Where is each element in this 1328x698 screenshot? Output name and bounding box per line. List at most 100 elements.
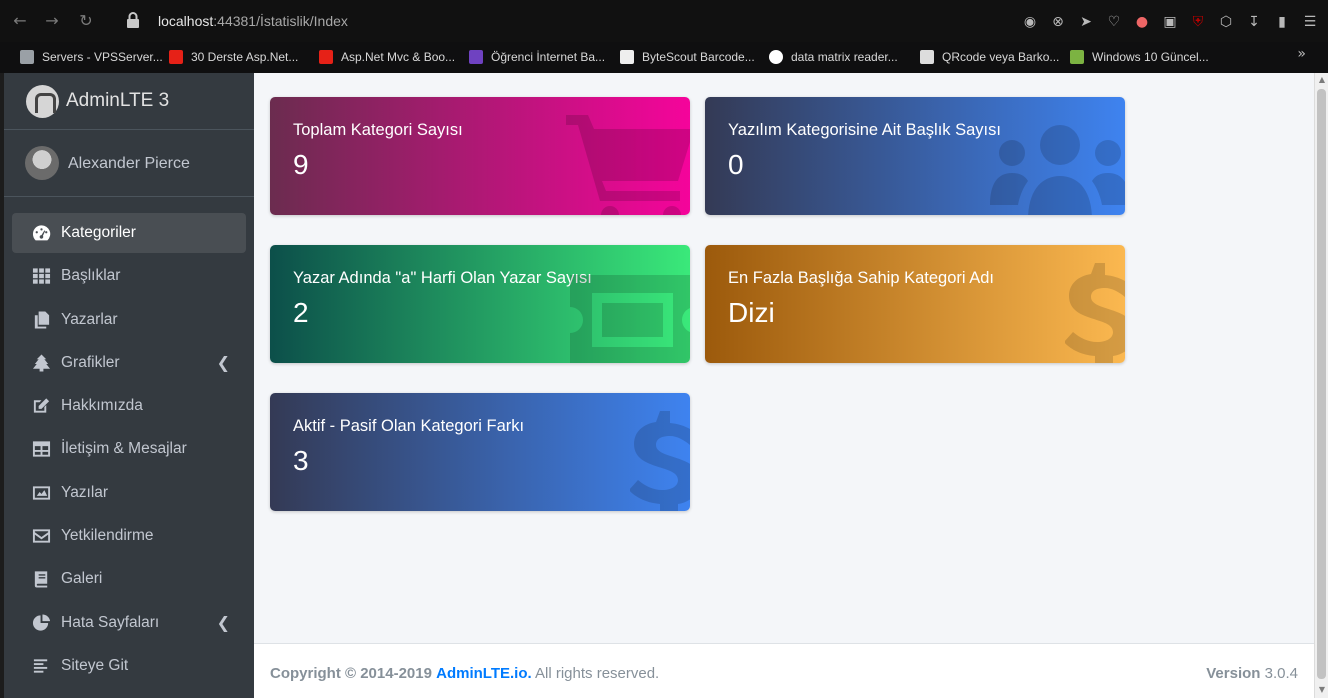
camera-icon[interactable]: ◉: [1022, 14, 1038, 30]
bookmark-label: Öğrenci İnternet Ba...: [491, 50, 606, 64]
card-value: Dizi: [728, 297, 775, 328]
address-bar-row: ← → ↻ localhost:44381/İstatislik/Index ◉…: [0, 0, 1328, 42]
bookmark-item[interactable]: Öğrenci İnternet Ba...: [469, 48, 605, 66]
forward-icon[interactable]: →: [42, 11, 62, 31]
card-title: Yazar Adında "a" Harfi Olan Yazar Sayısı: [293, 269, 592, 287]
menu-icon[interactable]: ☰: [1302, 14, 1318, 30]
url-bar[interactable]: localhost:44381/İstatislik/Index: [158, 13, 348, 29]
envelope-icon: [32, 527, 51, 545]
sidebar-item-grafikler[interactable]: Grafikler ❮: [12, 343, 246, 383]
stat-card-en-fazla-baslik: En Fazla Başlığa Sahip Kategori Adı Dizi: [705, 245, 1125, 363]
tree-icon: [32, 354, 51, 372]
sidebar-item-yetkilendirme[interactable]: Yetkilendirme: [12, 516, 246, 556]
battery-icon[interactable]: ▮: [1274, 14, 1290, 30]
sidebar-item-label: İletişim & Mesajlar: [61, 440, 187, 458]
book-icon: [32, 570, 51, 588]
google-icon: [769, 50, 783, 64]
sidebar-item-siteye-git[interactable]: Siteye Git: [12, 646, 246, 686]
adminlte-logo-icon: [26, 85, 59, 118]
color-wheel-icon[interactable]: ●: [1134, 14, 1150, 30]
lock-icon: [127, 12, 139, 28]
chevron-more-icon[interactable]: »: [1297, 46, 1306, 62]
block-icon[interactable]: ⊗: [1050, 14, 1066, 30]
bookmark-item[interactable]: 30 Derste Asp.Net...: [169, 48, 298, 66]
sidebar-item-hakkimizda[interactable]: Hakkımızda: [12, 386, 246, 426]
list-icon: [469, 50, 483, 64]
brand-text: AdminLTE 3: [66, 90, 170, 111]
bookmark-item[interactable]: Asp.Net Mvc & Boo...: [319, 48, 455, 66]
bookmark-item[interactable]: Windows 10 Güncel...: [1070, 48, 1209, 66]
cube-icon[interactable]: ⬡: [1218, 14, 1234, 30]
user-name[interactable]: Alexander Pierce: [68, 155, 190, 173]
sidebar-item-hata-sayfalari[interactable]: Hata Sayfaları ❮: [12, 603, 246, 643]
card-title: Aktif - Pasif Olan Kategori Farkı: [293, 417, 525, 435]
dollar-icon: [1064, 263, 1125, 363]
copy-icon: [32, 311, 51, 329]
card-value: 2: [293, 297, 309, 328]
window-icon[interactable]: ▣: [1162, 14, 1178, 30]
reload-icon[interactable]: ↻: [76, 11, 96, 31]
sidebar-item-label: Hakkımızda: [61, 397, 143, 415]
scrollbar[interactable]: ▲ ▼: [1314, 73, 1328, 698]
stat-card-toplam-kategori: Toplam Kategori Sayısı 9: [270, 97, 690, 215]
main-footer: Copyright © 2014-2019 AdminLTE.io. All r…: [254, 643, 1314, 698]
card-title: En Fazla Başlığa Sahip Kategori Adı: [728, 269, 994, 287]
copyright-text: Copyright © 2014-2019: [270, 665, 432, 682]
brand-link[interactable]: AdminLTE 3: [4, 73, 254, 130]
sidebar-item-label: Yetkilendirme: [61, 527, 154, 545]
user-panel[interactable]: Alexander Pierce: [4, 130, 254, 197]
scroll-down-icon[interactable]: ▼: [1317, 685, 1327, 695]
sidebar-item-galeri[interactable]: Galeri: [12, 559, 246, 599]
adminlte-link[interactable]: AdminLTE.io.: [436, 665, 532, 682]
qrcode-icon: [920, 50, 934, 64]
pie-chart-icon: [32, 614, 51, 632]
sidebar-item-label: Hata Sayfaları: [61, 613, 160, 631]
table-icon: [32, 440, 51, 458]
bookmark-item[interactable]: Servers - VPSServer...: [20, 48, 163, 66]
card-value: 0: [728, 149, 744, 180]
chevron-left-icon: ❮: [216, 352, 230, 372]
url-path: :44381/İstatislik/Index: [213, 13, 348, 29]
footer-copyright: Copyright © 2014-2019 AdminLTE.io. All r…: [270, 665, 659, 682]
avatar: [25, 146, 59, 180]
ublock-icon[interactable]: ⛨: [1190, 14, 1206, 30]
youtube-icon: [319, 50, 333, 64]
sidebar-menu: Kategoriler Başlıklar Yazarlar Grafikler…: [12, 213, 246, 689]
download-icon[interactable]: ↧: [1246, 14, 1262, 30]
file-icon: [620, 50, 634, 64]
send-icon[interactable]: ➤: [1078, 14, 1094, 30]
bookmark-item[interactable]: ByteScout Barcode...: [620, 48, 755, 66]
bookmark-label: Asp.Net Mvc & Boo...: [341, 50, 456, 64]
bookmark-label: data matrix reader...: [791, 50, 898, 64]
back-icon[interactable]: ←: [10, 11, 30, 31]
align-left-icon: [32, 657, 51, 675]
version-number: 3.0.4: [1264, 665, 1298, 682]
ticket-icon: [570, 275, 690, 363]
rights-text: All rights reserved.: [535, 665, 660, 682]
bookmark-label: ByteScout Barcode...: [642, 50, 755, 64]
footer-version: Version 3.0.4: [1206, 665, 1298, 682]
bookmark-label: Servers - VPSServer...: [42, 50, 163, 64]
stat-card-aktif-pasif: Aktif - Pasif Olan Kategori Farkı 3: [270, 393, 690, 511]
sidebar-item-yazarlar[interactable]: Yazarlar: [12, 300, 246, 340]
sidebar-item-kategoriler[interactable]: Kategoriler: [12, 213, 246, 253]
sidebar-item-iletisim[interactable]: İletişim & Mesajlar: [12, 429, 246, 469]
sidebar-item-basliklar[interactable]: Başlıklar: [12, 256, 246, 296]
card-value: 3: [293, 445, 309, 476]
bookmark-item[interactable]: data matrix reader...: [769, 48, 898, 66]
bookmark-label: Windows 10 Güncel...: [1092, 50, 1209, 64]
sidebar-item-yazilar[interactable]: Yazılar: [12, 473, 246, 513]
edit-icon: [32, 397, 51, 415]
bookmark-label: QRcode veya Barko...: [942, 50, 1060, 64]
heart-icon[interactable]: ♡: [1106, 14, 1122, 30]
sidebar-item-label: Yazarlar: [61, 310, 118, 328]
url-host: localhost: [158, 13, 214, 29]
scroll-thumb[interactable]: [1317, 89, 1326, 679]
scroll-up-icon[interactable]: ▲: [1317, 75, 1327, 85]
sidebar-item-label: Yazılar: [61, 483, 109, 501]
content-wrapper: Toplam Kategori Sayısı 9 Yazılım Kategor…: [254, 73, 1314, 643]
stat-card-yazilim-baslik: Yazılım Kategorisine Ait Başlık Sayısı 0: [705, 97, 1125, 215]
android-icon: [1070, 50, 1084, 64]
bookmark-favicon-icon: [20, 50, 34, 64]
bookmark-item[interactable]: QRcode veya Barko...: [920, 48, 1059, 66]
